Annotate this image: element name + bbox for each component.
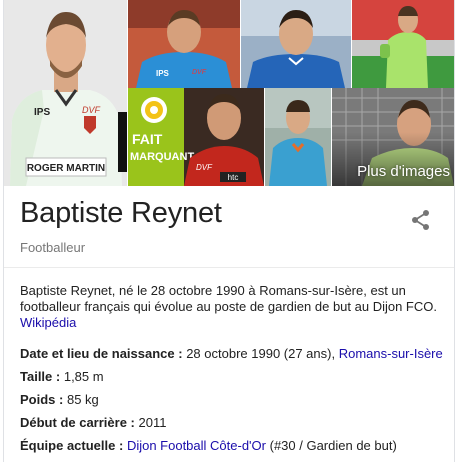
team-link[interactable]: Dijon Football Côte-d'Or — [127, 438, 266, 453]
jersey-brand-text: DVF — [82, 105, 101, 115]
fact-team-value: (#30 / Gardien de but) — [269, 438, 397, 453]
fact-debut: Début de carrière : 2011 — [20, 415, 166, 430]
fact-birth-value: 28 octobre 1990 (27 ans), — [186, 346, 336, 361]
svg-text:IPS: IPS — [156, 69, 170, 78]
share-icon — [412, 210, 429, 230]
fact-team-label: Équipe actuelle : — [20, 438, 124, 453]
fact-height: Taille : 1,85 m — [20, 369, 104, 384]
photo-6[interactable] — [265, 88, 331, 186]
fact-birth-label: Date et lieu de naissance : — [20, 346, 183, 361]
description-text: Baptiste Reynet, né le 28 octobre 1990 à… — [20, 283, 437, 314]
entity-title: Baptiste Reynet — [20, 197, 222, 229]
badge-line1: FAIT — [132, 131, 163, 147]
badge-line2: MARQUANT — [130, 151, 194, 163]
fact-debut-label: Début de carrière : — [20, 415, 135, 430]
jersey-sponsor-text: ROGER MARTIN — [27, 163, 105, 174]
fact-height-value: 1,85 m — [63, 369, 104, 384]
entity-header: Baptiste Reynet Footballeur — [4, 186, 454, 268]
entity-subtitle: Footballeur — [20, 240, 86, 255]
fact-height-label: Taille : — [20, 369, 61, 384]
photo-2[interactable]: IPS DVF — [128, 0, 240, 88]
photo-3[interactable] — [241, 0, 351, 88]
fact-weight-label: Poids : — [20, 392, 64, 407]
svg-text:DVF: DVF — [196, 163, 213, 172]
more-images-label: Plus d'images — [357, 163, 450, 180]
fact-team: Équipe actuelle : Dijon Football Côte-d'… — [20, 438, 397, 453]
svg-text:DVF: DVF — [192, 69, 207, 76]
fact-debut-value: 2011 — [138, 415, 167, 430]
wikipedia-link[interactable]: Wikipédia — [20, 315, 76, 330]
fact-weight-value: 85 kg — [66, 392, 99, 407]
photo-5[interactable]: FAIT MARQUANT DVF htc — [128, 88, 264, 186]
description: Baptiste Reynet, né le 28 octobre 1990 à… — [20, 283, 448, 331]
jersey-left-text: IPS — [34, 107, 50, 118]
photo-main[interactable]: ROGER MARTIN IPS DVF — [4, 0, 127, 186]
fact-birth: Date et lieu de naissance : 28 octobre 1… — [20, 346, 443, 361]
birthplace-link[interactable]: Romans-sur-Isère — [339, 346, 443, 361]
more-images-button[interactable]: Plus d'images — [332, 88, 454, 186]
photo-4[interactable] — [352, 0, 454, 88]
share-button[interactable] — [409, 208, 433, 232]
panel-body: Baptiste Reynet, né le 28 octobre 1990 à… — [20, 283, 448, 453]
jersey-small-brand: htc — [228, 173, 239, 182]
fact-weight: Poids : 85 kg — [20, 392, 99, 407]
knowledge-panel: ROGER MARTIN IPS DVF IPS DVF FAIT MARQUA… — [3, 0, 455, 462]
